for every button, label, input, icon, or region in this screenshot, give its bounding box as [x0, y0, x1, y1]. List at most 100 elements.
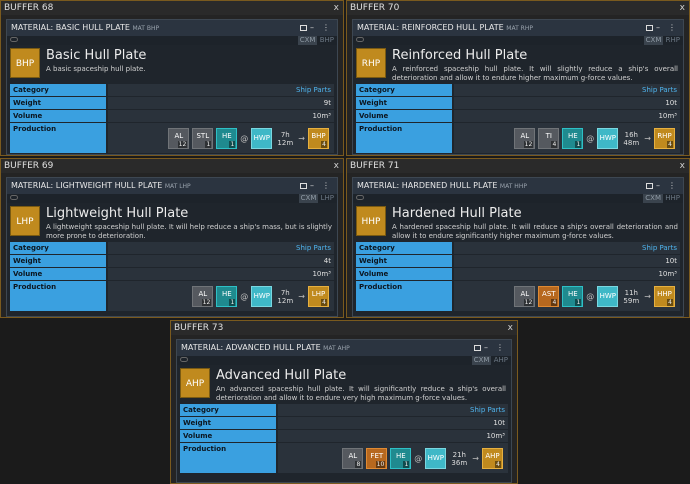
popout-icon[interactable]: [646, 183, 653, 189]
arrow-icon: →: [644, 292, 651, 301]
material-description: An advanced spaceship hull plate. It wil…: [216, 385, 506, 402]
input-material-tile[interactable]: AL 12: [514, 286, 536, 307]
category-value[interactable]: Ship Parts: [108, 84, 334, 96]
cxm-link[interactable]: CXM BHP: [297, 36, 334, 45]
close-icon[interactable]: x: [334, 1, 339, 15]
input-material-tile[interactable]: HE 1: [562, 128, 584, 149]
material-body: HHP Hardened Hull Plate A hardened space…: [353, 203, 683, 316]
building-tile[interactable]: HWP: [251, 286, 273, 307]
volume-label: Volume: [180, 430, 276, 442]
output-material-tile[interactable]: RHP 4: [654, 128, 675, 149]
input-ticker: HE: [221, 290, 232, 298]
visibility-icon[interactable]: [180, 357, 188, 362]
close-icon[interactable]: x: [508, 321, 513, 335]
buffer-title: BUFFER 70: [350, 3, 400, 13]
cxm-link[interactable]: CXM RHP: [643, 36, 680, 45]
buffer-window[interactable]: BUFFER 71 x MATERIAL: HARDENED HULL PLAT…: [346, 158, 690, 318]
buffer-window[interactable]: BUFFER 73 x MATERIAL: ADVANCED HULL PLAT…: [170, 320, 518, 484]
input-quantity: 10: [375, 461, 386, 468]
input-material-tile[interactable]: AST 4: [538, 286, 560, 307]
input-material-tile[interactable]: AL 8: [342, 448, 364, 469]
building-tile[interactable]: HWP: [425, 448, 447, 469]
popout-icon[interactable]: [474, 345, 481, 351]
buffer-window[interactable]: BUFFER 68 x MATERIAL: BASIC HULL PLATE M…: [0, 0, 344, 156]
minimize-icon[interactable]: –: [656, 20, 663, 36]
input-material-tile[interactable]: FET 10: [366, 448, 388, 469]
input-material-tile[interactable]: HE 1: [562, 286, 584, 307]
popout-icon[interactable]: [300, 25, 307, 31]
close-icon[interactable]: x: [334, 159, 339, 173]
material-name: Basic Hull Plate: [46, 48, 147, 63]
recipe[interactable]: AL 8 FET 10 HE 1 @ HWP 21h 36m → AHP 4: [342, 448, 506, 469]
recipe[interactable]: AL 12 HE 1 @ HWP 7h 12m → LHP 4: [192, 286, 332, 307]
buffer-header[interactable]: BUFFER 73 x: [171, 321, 517, 335]
more-options-icon[interactable]: ⋮: [668, 20, 679, 36]
cxm-link[interactable]: CXM LHP: [298, 194, 334, 203]
buffer-window[interactable]: BUFFER 69 x MATERIAL: LIGHTWEIGHT HULL P…: [0, 158, 344, 318]
popout-icon[interactable]: [646, 25, 653, 31]
visibility-icon[interactable]: [10, 195, 18, 200]
more-options-icon[interactable]: ⋮: [496, 340, 507, 356]
material-description: A lightweight spaceship hull plate. It w…: [46, 223, 332, 240]
minimize-icon[interactable]: –: [656, 178, 663, 194]
material-title-bar: MATERIAL: BASIC HULL PLATE MAT BHP – ⋮: [7, 20, 337, 36]
recipe[interactable]: AL 12 TI 4 HE 1 @ HWP 16h 48m → RHP 4: [514, 128, 678, 149]
cxm-link[interactable]: CXM HHP: [643, 194, 680, 203]
minimize-icon[interactable]: –: [310, 20, 317, 36]
input-material-tile[interactable]: HE 1: [216, 128, 238, 149]
building-tile[interactable]: HWP: [597, 128, 619, 149]
category-label: Category: [356, 84, 452, 96]
cxm-link[interactable]: CXM AHP: [471, 356, 508, 365]
popout-icon[interactable]: [300, 183, 307, 189]
material-name: Advanced Hull Plate: [216, 368, 347, 383]
visibility-icon[interactable]: [10, 37, 18, 42]
category-value[interactable]: Ship Parts: [454, 242, 680, 254]
material-command-tag: MAT RHP: [506, 25, 533, 32]
output-material-tile[interactable]: HHP 4: [654, 286, 675, 307]
minimize-icon[interactable]: –: [484, 340, 491, 356]
visibility-icon[interactable]: [356, 195, 364, 200]
recipe[interactable]: AL 12 STL 1 HE 1 @ HWP 7h 12m → BHP 4: [168, 128, 332, 149]
input-material-tile[interactable]: HE 1: [216, 286, 238, 307]
buffer-title: BUFFER 68: [4, 3, 54, 13]
input-material-tile[interactable]: AL 12: [168, 128, 190, 149]
material-panel: MATERIAL: REINFORCED HULL PLATE MAT RHP …: [352, 19, 684, 155]
close-icon[interactable]: x: [680, 159, 685, 173]
input-material-tile[interactable]: AL 12: [192, 286, 214, 307]
input-material-tile[interactable]: TI 4: [538, 128, 560, 149]
material-ticker-icon: RHP: [356, 48, 386, 78]
buffer-title: BUFFER 73: [174, 323, 224, 333]
buffer-header[interactable]: BUFFER 71 x: [347, 159, 689, 173]
output-material-tile[interactable]: AHP 4: [482, 448, 503, 469]
production-label: Production: [10, 123, 106, 153]
input-material-tile[interactable]: AL 12: [514, 128, 536, 149]
building-tile[interactable]: HWP: [597, 286, 619, 307]
input-material-tile[interactable]: STL 1: [192, 128, 214, 149]
input-ticker: AL: [198, 290, 208, 298]
output-material-tile[interactable]: BHP 4: [308, 128, 329, 149]
input-ticker: AL: [174, 132, 184, 140]
recipe[interactable]: AL 12 AST 4 HE 1 @ HWP 11h 59m → HHP 4: [514, 286, 678, 307]
building-tile[interactable]: HWP: [251, 128, 273, 149]
input-material-tile[interactable]: HE 1: [390, 448, 412, 469]
buffer-header[interactable]: BUFFER 68 x: [1, 1, 343, 15]
more-options-icon[interactable]: ⋮: [668, 178, 679, 194]
input-quantity: 1: [205, 141, 212, 148]
more-options-icon[interactable]: ⋮: [322, 178, 333, 194]
weight-label: Weight: [356, 255, 452, 267]
buffer-header[interactable]: BUFFER 70 x: [347, 1, 689, 15]
category-value[interactable]: Ship Parts: [108, 242, 334, 254]
more-options-icon[interactable]: ⋮: [322, 20, 333, 36]
buffer-window[interactable]: BUFFER 70 x MATERIAL: REINFORCED HULL PL…: [346, 0, 690, 156]
production-row: Production AL 8 FET 10 HE 1 @ HWP 21h 36m → AHP 4: [180, 443, 508, 473]
category-row: Category Ship Parts: [356, 242, 680, 254]
buffer-header[interactable]: BUFFER 69 x: [1, 159, 343, 173]
category-value[interactable]: Ship Parts: [278, 404, 508, 416]
category-value[interactable]: Ship Parts: [454, 84, 680, 96]
close-icon[interactable]: x: [680, 1, 685, 15]
category-label: Category: [10, 242, 106, 254]
material-panel: MATERIAL: BASIC HULL PLATE MAT BHP – ⋮ CX…: [6, 19, 338, 155]
visibility-icon[interactable]: [356, 37, 364, 42]
output-material-tile[interactable]: LHP 4: [308, 286, 329, 307]
minimize-icon[interactable]: –: [310, 178, 317, 194]
